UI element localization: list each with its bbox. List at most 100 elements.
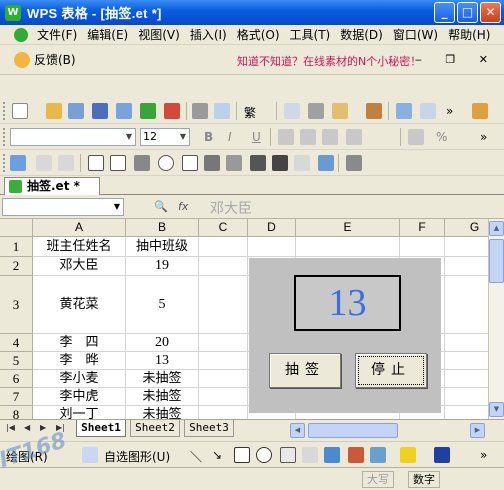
save-icon[interactable] [92,103,108,119]
insert-picture-icon[interactable] [370,447,386,463]
empty-cell[interactable] [445,370,488,388]
scroll-up-icon[interactable]: ▲ [489,221,504,236]
wps-menu-icon[interactable] [14,27,28,42]
label-control-icon[interactable] [294,155,310,171]
scroll-left-icon[interactable]: ◀ [290,423,305,438]
button-control-icon[interactable] [134,155,150,171]
redo-icon[interactable] [420,103,436,119]
toolbar-grip[interactable] [3,154,6,172]
rectangle-tool-icon[interactable] [234,447,250,463]
clipart-icon[interactable] [348,447,364,463]
menu-window[interactable]: 窗口(W) [388,26,443,43]
copy-icon[interactable] [284,103,300,119]
menu-file[interactable]: 文件(F) [32,26,82,43]
font-size-select[interactable]: 12 ▼ [140,128,190,146]
scroll-down-icon[interactable]: ▼ [489,402,504,417]
bold-button[interactable]: B [204,130,213,144]
empty-cell[interactable] [199,276,248,334]
empty-cell[interactable] [199,352,248,370]
font-name-select[interactable]: ▼ [10,128,136,146]
scroll-right-icon[interactable]: ▶ [470,423,485,438]
row-header[interactable]: 7 [0,388,33,406]
pdf-icon[interactable] [164,103,180,119]
row-header[interactable]: 3 [0,276,33,334]
column-header-f[interactable]: F [400,219,445,237]
cell-b1[interactable]: 抽中班级 [126,237,199,257]
first-sheet-icon[interactable]: |◀ [6,423,15,432]
radio-control-icon[interactable] [158,155,174,171]
cell-b4[interactable]: 20 [126,334,199,352]
formula-input[interactable]: 邓大臣 [210,198,252,218]
traditional-chinese-button[interactable]: 繁 [244,104,256,121]
cut-icon[interactable] [308,103,324,119]
sheet-tab-3[interactable]: Sheet3 [184,420,234,437]
print-preview-icon[interactable] [214,103,230,119]
empty-cell[interactable] [445,388,488,406]
vertical-scrollbar[interactable]: ▲ ▼ [488,219,504,419]
fill-color-icon[interactable] [400,447,416,463]
arrow-tool-icon[interactable]: ↘ [212,448,222,462]
cell-a4[interactable]: 李 四 [33,334,126,352]
currency-icon[interactable] [408,129,424,145]
empty-cell[interactable] [296,237,400,257]
scrollbar-control-icon[interactable] [272,155,288,171]
cell-a5[interactable]: 李 晔 [33,352,126,370]
empty-cell[interactable] [199,406,248,419]
tab-document[interactable]: 抽签.et * [4,177,100,196]
maximize-button[interactable]: □ [457,2,478,23]
document-window-controls[interactable]: ‒ ❐ ✕ [415,53,498,66]
row-header[interactable]: 8 [0,406,33,419]
row-header[interactable]: 1 [0,237,33,257]
cell-b5[interactable]: 13 [126,352,199,370]
spreadsheet-grid[interactable]: A B C D E F G 1 班主任姓名 抽中班级 2 邓大臣 19 3 黄花… [0,219,488,419]
paste-icon[interactable] [332,103,348,119]
format-painter-icon[interactable] [366,103,382,119]
cell-a3[interactable]: 黄花菜 [33,276,126,334]
cell-b7[interactable]: 未抽签 [126,388,199,406]
autoshape-menu-button[interactable]: 自选图形(U) [104,448,170,465]
prev-sheet-icon[interactable]: ◀ [24,423,30,432]
stop-button[interactable]: 停止 [355,353,427,388]
row-header[interactable]: 5 [0,352,33,370]
email-icon[interactable] [116,103,132,119]
align-right-icon[interactable] [322,129,338,145]
feedback-button[interactable]: 反馈(B) [34,51,76,68]
sheet-tab-2[interactable]: Sheet2 [130,420,180,437]
empty-cell[interactable] [400,237,445,257]
italic-button[interactable]: I [228,130,232,144]
toolbar-overflow-icon[interactable]: » [480,448,487,462]
save-as-icon[interactable] [68,103,84,119]
line-color-icon[interactable] [434,447,450,463]
menu-edit[interactable]: 编辑(E) [82,26,133,43]
undo-icon[interactable] [396,103,412,119]
empty-cell[interactable] [445,276,488,334]
empty-cell[interactable] [199,334,248,352]
toggle-control-icon[interactable] [226,155,242,171]
code-icon[interactable] [58,155,74,171]
column-header-e[interactable]: E [296,219,400,237]
column-header-a[interactable]: A [33,219,126,237]
column-header-d[interactable]: D [248,219,296,237]
zoom-icon[interactable]: 🔍 [154,200,168,213]
cell-b8[interactable]: 未抽签 [126,406,199,419]
row-header[interactable]: 4 [0,334,33,352]
line-tool-icon[interactable]: ＼ [190,448,202,465]
toolbar-overflow-icon[interactable]: » [446,104,453,118]
menu-insert[interactable]: 插入(I) [185,26,232,43]
checkbox-control-icon[interactable] [88,155,104,171]
image-control-icon[interactable] [318,155,334,171]
toolbar-grip[interactable] [3,128,6,146]
merge-center-icon[interactable] [346,129,362,145]
column-header-b[interactable]: B [126,219,199,237]
minimize-button[interactable]: _ [434,2,455,23]
design-mode-icon[interactable] [10,155,26,171]
empty-cell[interactable] [199,388,248,406]
close-button[interactable]: ✕ [480,2,501,23]
cell-a6[interactable]: 李小麦 [33,370,126,388]
combobox-control-icon[interactable] [204,155,220,171]
chart-wizard-icon[interactable] [472,103,488,119]
export-icon[interactable] [140,103,156,119]
select-all-corner[interactable] [0,219,33,237]
underline-button[interactable]: U [252,130,261,144]
listbox-control-icon[interactable] [182,155,198,171]
